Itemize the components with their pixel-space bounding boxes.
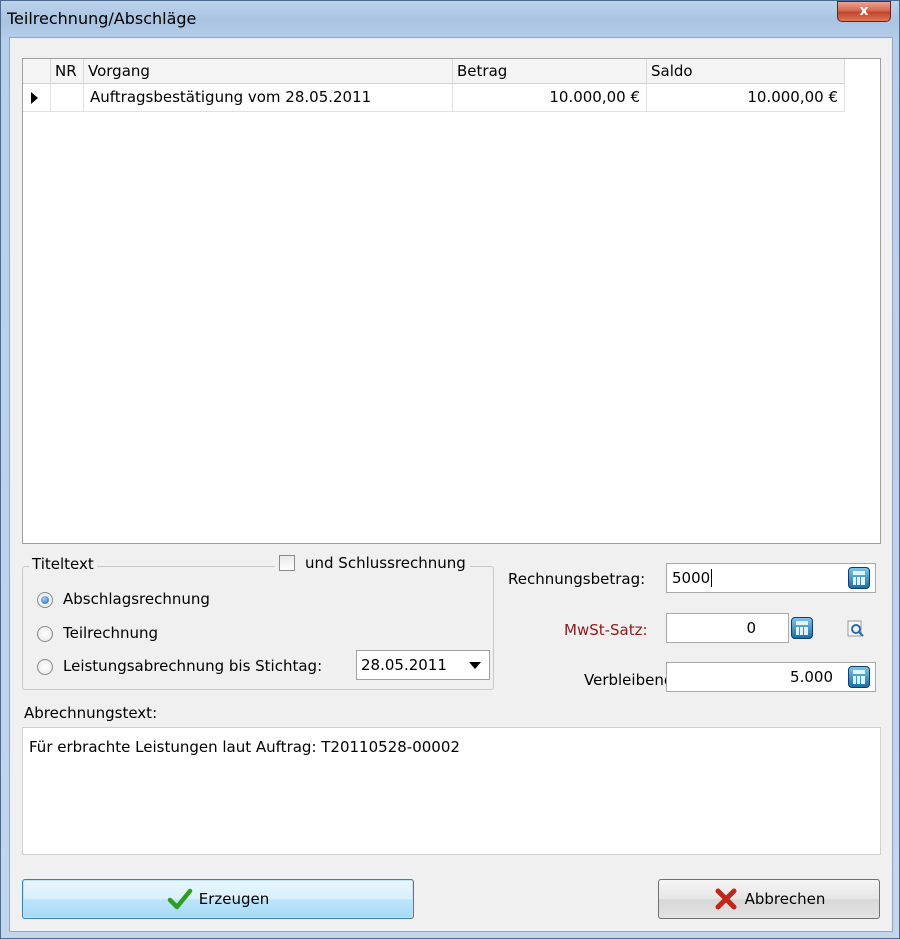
stichtag-value: 28.05.2011 xyxy=(361,656,447,674)
schlussrechnung-label[interactable]: und Schlussrechnung xyxy=(305,554,466,572)
erzeugen-label: Erzeugen xyxy=(198,890,270,908)
dialog-window: Teilrechnung/Abschläge x NR Vorgang Betr… xyxy=(0,0,900,939)
schlussrechnung-checkbox[interactable] xyxy=(279,555,295,571)
mwst-satz-value: 0 xyxy=(746,619,756,637)
rechnungsbetrag-value: 5000 xyxy=(672,569,711,587)
cancel-x-icon xyxy=(715,888,737,910)
row-indicator xyxy=(23,84,51,112)
radio-abschlagsrechnung[interactable] xyxy=(37,592,53,608)
mwst-calculator-icon[interactable] xyxy=(791,617,813,639)
abbrechen-button[interactable]: Abbrechen xyxy=(658,879,880,919)
erzeugen-button[interactable]: Erzeugen xyxy=(22,879,414,919)
vorgang-grid[interactable]: NR Vorgang Betrag Saldo Auftragsbestätig… xyxy=(22,58,881,544)
window-title: Teilrechnung/Abschläge xyxy=(7,9,197,28)
verbleibend-value: 5.000 xyxy=(790,668,833,686)
radio-teilrechnung[interactable] xyxy=(37,626,53,642)
title-bar[interactable]: Teilrechnung/Abschläge x xyxy=(1,1,899,37)
rechnungsbetrag-calculator-icon[interactable] xyxy=(848,567,870,589)
radio-teilrechnung-label[interactable]: Teilrechnung xyxy=(63,624,158,642)
chevron-down-icon[interactable] xyxy=(469,662,481,669)
close-button[interactable]: x xyxy=(837,1,891,22)
table-row[interactable]: Auftragsbestätigung vom 28.05.2011 10.00… xyxy=(23,84,845,112)
radio-leistungsabrechnung-label[interactable]: Leistungsabrechnung bis Stichtag: xyxy=(63,657,322,675)
verbleibend-label: Verbleibend: xyxy=(584,671,679,689)
grid-header: NR Vorgang Betrag Saldo xyxy=(23,59,845,84)
rechnungsbetrag-input[interactable]: 5000 xyxy=(666,563,876,593)
dialog-client-area: NR Vorgang Betrag Saldo Auftragsbestätig… xyxy=(9,37,893,932)
radio-abschlagsrechnung-label[interactable]: Abschlagsrechnung xyxy=(63,590,210,608)
column-header-saldo[interactable]: Saldo xyxy=(647,59,845,84)
current-row-arrow-icon xyxy=(31,92,38,104)
cell-vorgang[interactable]: Auftragsbestätigung vom 28.05.2011 xyxy=(84,84,453,112)
abbrechen-label: Abbrechen xyxy=(744,890,826,908)
mwst-satz-input[interactable]: 0 xyxy=(666,613,789,643)
column-header-nr[interactable]: NR xyxy=(51,59,84,84)
abrechnungstext-textarea[interactable]: Für erbrachte Leistungen laut Auftrag: T… xyxy=(22,727,881,855)
checkmark-icon xyxy=(167,888,192,910)
column-header-vorgang[interactable]: Vorgang xyxy=(84,59,453,84)
lookup-magnifier-icon[interactable] xyxy=(846,619,866,639)
titeltext-legend: Titeltext xyxy=(29,555,97,573)
cell-betrag[interactable]: 10.000,00 € xyxy=(453,84,647,112)
cell-nr[interactable] xyxy=(51,84,84,112)
column-header-betrag[interactable]: Betrag xyxy=(453,59,647,84)
verbleibend-calculator-icon[interactable] xyxy=(848,666,870,688)
abrechnungstext-label: Abrechnungstext: xyxy=(24,704,158,722)
stichtag-date-picker[interactable]: 28.05.2011 xyxy=(356,650,490,680)
abrechnungstext-value: Für erbrachte Leistungen laut Auftrag: T… xyxy=(29,738,460,756)
schlussrechnung-checkbox-wrap[interactable]: und Schlussrechnung xyxy=(275,553,470,575)
verbleibend-input[interactable]: 5.000 xyxy=(666,662,876,692)
radio-leistungsabrechnung[interactable] xyxy=(37,659,53,675)
header-indicator xyxy=(23,59,51,84)
rechnungsbetrag-label: Rechnungsbetrag: xyxy=(508,570,646,588)
cell-saldo[interactable]: 10.000,00 € xyxy=(647,84,845,112)
mwst-satz-label: MwSt-Satz: xyxy=(564,621,648,639)
